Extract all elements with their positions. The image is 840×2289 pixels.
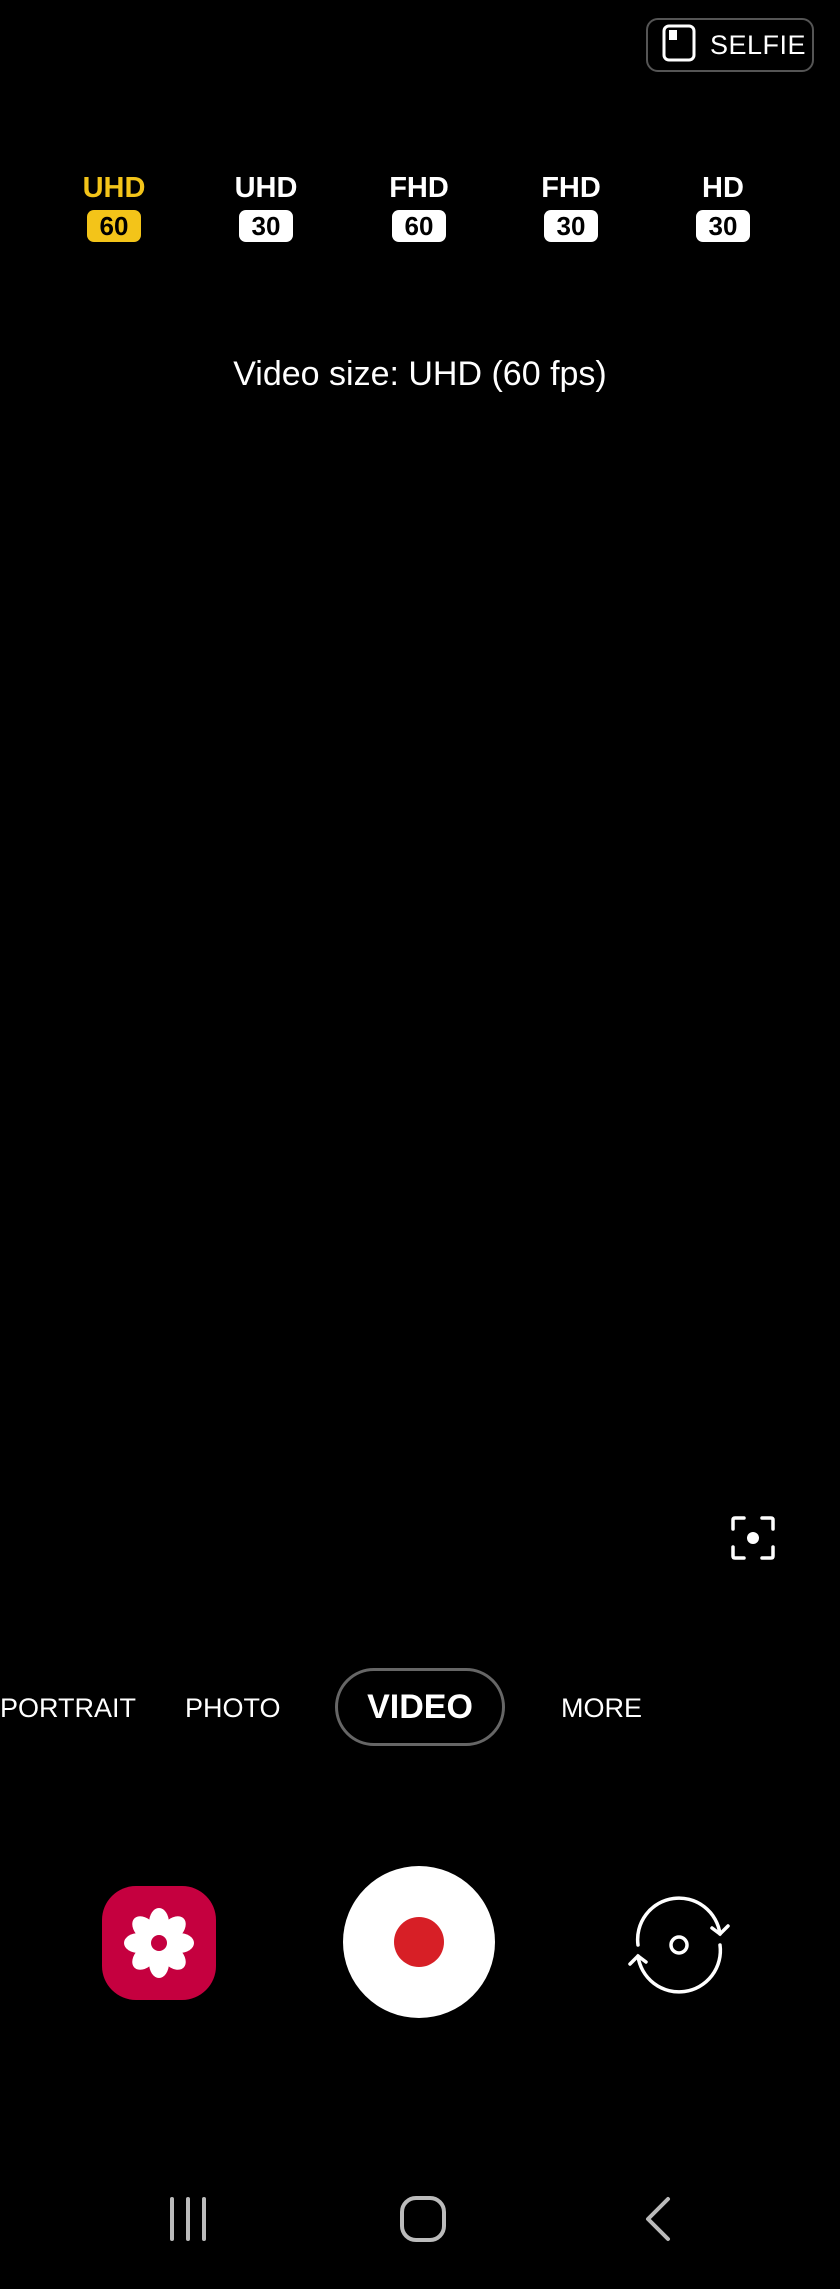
recents-icon[interactable]	[166, 2194, 210, 2249]
resolution-name: UHD	[82, 172, 146, 204]
record-icon	[394, 1917, 444, 1967]
selfie-screen-icon	[662, 24, 696, 67]
resolution-option-fhd-30[interactable]: FHD 30	[511, 172, 631, 242]
resolution-name: FHD	[541, 172, 601, 204]
home-icon[interactable]	[398, 2194, 448, 2249]
resolution-option-hd-30[interactable]: HD 30	[663, 172, 783, 242]
resolution-fps: 60	[87, 210, 141, 242]
video-size-info: Video size: UHD (60 fps)	[233, 355, 607, 393]
gallery-button[interactable]	[102, 1886, 216, 2000]
switch-camera-button[interactable]	[618, 1884, 740, 2006]
resolution-name: UHD	[234, 172, 298, 204]
navigation-bar	[0, 2169, 840, 2289]
record-button[interactable]	[343, 1866, 495, 2018]
mode-video[interactable]: VIDEO	[335, 1668, 505, 1746]
resolution-fps: 30	[544, 210, 598, 242]
resolution-option-uhd-30[interactable]: UHD 30	[206, 172, 326, 242]
resolution-fps: 30	[239, 210, 293, 242]
camera-mode-bar: PORTRAIT PHOTO VIDEO MORE	[0, 1668, 840, 1748]
resolution-name: HD	[702, 172, 744, 204]
resolution-option-fhd-60[interactable]: FHD 60	[359, 172, 479, 242]
back-icon[interactable]	[640, 2194, 676, 2249]
switch-camera-icon	[618, 1896, 740, 2010]
resolution-option-uhd-60[interactable]: UHD 60	[54, 172, 174, 242]
selfie-toggle-button[interactable]: SELFIE	[646, 18, 814, 72]
mode-photo[interactable]: PHOTO	[185, 1693, 281, 1724]
resolution-name: FHD	[389, 172, 449, 204]
mode-more[interactable]: MORE	[561, 1693, 642, 1724]
resolution-options: UHD 60 UHD 30 FHD 60 FHD 30 HD 30	[0, 172, 840, 252]
focus-target-icon[interactable]	[730, 1515, 776, 1561]
mode-portrait[interactable]: PORTRAIT	[0, 1693, 136, 1724]
gallery-flower-icon	[102, 1908, 216, 2004]
selfie-label: SELFIE	[710, 29, 807, 60]
resolution-fps: 60	[392, 210, 446, 242]
resolution-fps: 30	[696, 210, 750, 242]
